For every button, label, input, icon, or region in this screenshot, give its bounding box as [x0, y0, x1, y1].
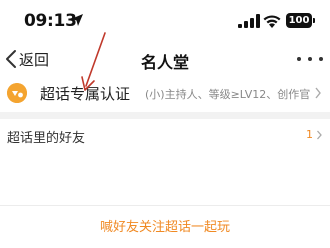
section-divider	[0, 112, 330, 119]
friends-label: 超话里的好友	[7, 131, 86, 146]
certification-badge-icon	[7, 83, 27, 103]
certification-title: 超话专属认证	[40, 85, 131, 103]
exclusive-certification-row[interactable]: 超话专属认证 (小)主持人、等级≥LV12、创作官	[0, 78, 330, 108]
more-options-button[interactable]	[297, 50, 323, 68]
friends-count: 1	[306, 128, 313, 141]
page-title: 名人堂	[140, 53, 189, 72]
cellular-signal-icon	[238, 14, 260, 28]
more-dot-icon	[297, 57, 301, 61]
more-dot-icon	[308, 57, 312, 61]
wifi-icon	[263, 15, 281, 28]
battery-level: 100	[288, 15, 310, 26]
battery-tip	[313, 18, 315, 23]
invite-friends-link[interactable]: 喊好友关注超话一起玩	[0, 216, 330, 235]
status-bar: 09:13 100	[0, 0, 330, 40]
chevron-right-icon	[317, 130, 322, 140]
battery-icon: 100	[286, 13, 312, 28]
footer-divider	[0, 205, 330, 206]
more-dot-icon	[319, 57, 323, 61]
chevron-right-icon	[315, 87, 321, 99]
navigation-bar: 返回 名人堂	[0, 40, 330, 78]
certification-requirements: (小)主持人、等级≥LV12、创作官	[145, 88, 311, 101]
location-arrow-icon	[71, 14, 83, 26]
friends-in-topic-row[interactable]: 超话里的好友 1	[0, 121, 330, 149]
